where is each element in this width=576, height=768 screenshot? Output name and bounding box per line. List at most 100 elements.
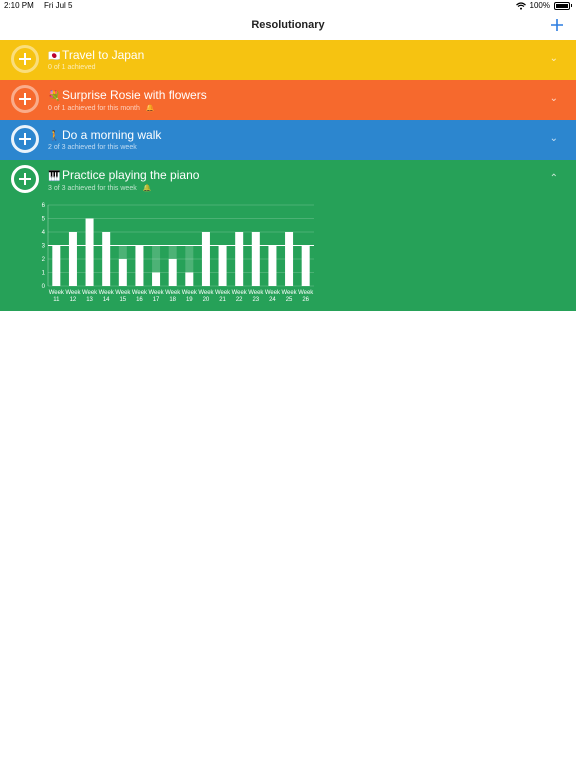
goal-progress-text: 2 of 3 achieved for this week — [48, 144, 137, 151]
bouquet-icon: 💐 — [48, 91, 61, 102]
data-bar — [268, 245, 277, 286]
x-tick-label: 25 — [286, 297, 293, 303]
add-progress-button[interactable] — [11, 125, 39, 153]
x-tick-label: 14 — [103, 297, 110, 303]
x-tick-label: Week — [215, 290, 231, 296]
goal-progress-text: 3 of 3 achieved for this week 🔔 — [48, 185, 152, 192]
chevron-down-icon[interactable]: ⌄ — [550, 93, 558, 104]
data-bar — [235, 232, 244, 286]
chevron-down-icon[interactable]: ⌄ — [550, 133, 558, 144]
data-bar — [52, 245, 61, 286]
add-progress-button[interactable] — [11, 45, 39, 73]
target-bar — [168, 245, 177, 259]
navigation-bar: Resolutionary — [0, 12, 576, 40]
target-bar — [152, 245, 161, 273]
data-bar — [185, 272, 194, 286]
x-tick-label: Week — [198, 290, 214, 296]
x-tick-label: 13 — [86, 297, 93, 303]
data-bar — [135, 245, 144, 286]
add-progress-button[interactable] — [11, 165, 39, 193]
x-tick-label: 24 — [269, 297, 276, 303]
x-tick-label: Week — [65, 290, 81, 296]
x-tick-label: Week — [132, 290, 148, 296]
x-tick-label: Week — [148, 290, 164, 296]
y-tick-label: 6 — [42, 203, 46, 209]
add-goal-button[interactable] — [548, 14, 566, 36]
data-bar — [68, 232, 77, 286]
x-tick-label: Week — [49, 290, 65, 296]
x-tick-label: 18 — [169, 297, 176, 303]
y-tick-label: 4 — [42, 230, 46, 236]
bar-chart: 0123456Week11Week12Week13Week14Week15Wee… — [42, 203, 315, 303]
y-tick-label: 1 — [42, 271, 46, 277]
chevron-up-icon[interactable]: ⌃ — [550, 173, 558, 184]
x-tick-label: 19 — [186, 297, 193, 303]
x-tick-label: 12 — [70, 297, 77, 303]
status-date: Fri Jul 5 — [44, 1, 73, 10]
x-tick-label: Week — [82, 290, 98, 296]
weekly-progress-chart: 0 1 2 3 4 5 6 Week 11 Week 12 Week 13 Week 14 Week 15 Wee… — [0, 199, 576, 311]
x-tick-label: 23 — [252, 297, 259, 303]
goal-progress-text: 0 of 1 achieved — [48, 64, 96, 71]
data-bar — [301, 245, 310, 286]
bell-icon: 🔔 — [145, 105, 155, 112]
x-tick-label: Week — [99, 290, 115, 296]
x-tick-label: 20 — [203, 297, 210, 303]
piano-icon: 🎹 — [48, 171, 61, 182]
target-bar — [118, 245, 127, 259]
goal-row-travel-japan[interactable]: 🇯🇵 Travel to Japan 0 of 1 achieved ⌄ — [0, 40, 576, 80]
x-tick-label: Week — [115, 290, 131, 296]
data-bar — [251, 232, 260, 286]
plus-icon — [19, 53, 31, 65]
x-tick-label: Week — [165, 290, 181, 296]
y-tick-label: 2 — [42, 257, 46, 263]
add-progress-button[interactable] — [11, 85, 39, 113]
x-tick-label: Week — [182, 290, 198, 296]
x-tick-label: 17 — [153, 297, 160, 303]
x-tick-label: 21 — [219, 297, 226, 303]
x-tick-label: Week — [248, 290, 264, 296]
goal-row-surprise-rosie[interactable]: 💐 Surprise Rosie with flowers 0 of 1 achi… — [0, 80, 576, 120]
x-tick-label: 22 — [236, 297, 243, 303]
walking-icon: 🚶 — [48, 131, 61, 142]
x-tick-label: 16 — [136, 297, 143, 303]
goal-title: 🚶 Do a morning walk — [48, 128, 162, 142]
plus-icon — [19, 133, 31, 145]
plus-icon — [19, 173, 31, 185]
data-bar — [201, 232, 210, 286]
goal-title: 🇯🇵 Travel to Japan — [48, 48, 145, 62]
bell-icon: 🔔 — [142, 185, 152, 192]
x-tick-label: 15 — [119, 297, 126, 303]
x-tick-label: Week — [265, 290, 281, 296]
x-tick-label: 26 — [302, 297, 309, 303]
status-bar: 2:10 PM Fri Jul 5 100% — [0, 0, 576, 12]
y-tick-label: 3 — [42, 244, 46, 250]
goal-title: 💐 Surprise Rosie with flowers — [48, 88, 207, 102]
x-tick-label: Week — [232, 290, 248, 296]
data-bar — [102, 232, 111, 286]
data-bar — [218, 245, 227, 286]
data-bar — [85, 218, 94, 286]
plus-icon — [19, 93, 31, 105]
chevron-down-icon[interactable]: ⌄ — [550, 53, 558, 64]
data-bar — [285, 232, 294, 286]
page-title: Resolutionary — [251, 19, 325, 31]
y-tick-label: 5 — [42, 217, 46, 223]
plus-icon — [551, 19, 563, 31]
target-bar — [185, 245, 194, 273]
goal-progress-text: 0 of 1 achieved for this month 🔔 — [48, 105, 155, 112]
x-tick-label: Week — [298, 290, 314, 296]
data-bar — [152, 272, 161, 286]
x-tick-label: Week — [281, 290, 297, 296]
goal-row-practice-piano[interactable]: 🎹 Practice playing the piano 3 of 3 achie… — [0, 160, 576, 200]
status-time: 2:10 PM — [4, 1, 34, 10]
wifi-icon — [515, 1, 526, 10]
data-bar — [118, 259, 127, 286]
goal-row-morning-walk[interactable]: 🚶 Do a morning walk 2 of 3 achieved for t… — [0, 120, 576, 160]
goal-title: 🎹 Practice playing the piano — [48, 168, 200, 182]
data-bar — [168, 259, 177, 286]
y-tick-label: 0 — [42, 284, 46, 290]
battery-percent: 100% — [529, 1, 550, 10]
x-tick-label: 11 — [53, 297, 60, 303]
battery-icon — [554, 1, 570, 10]
